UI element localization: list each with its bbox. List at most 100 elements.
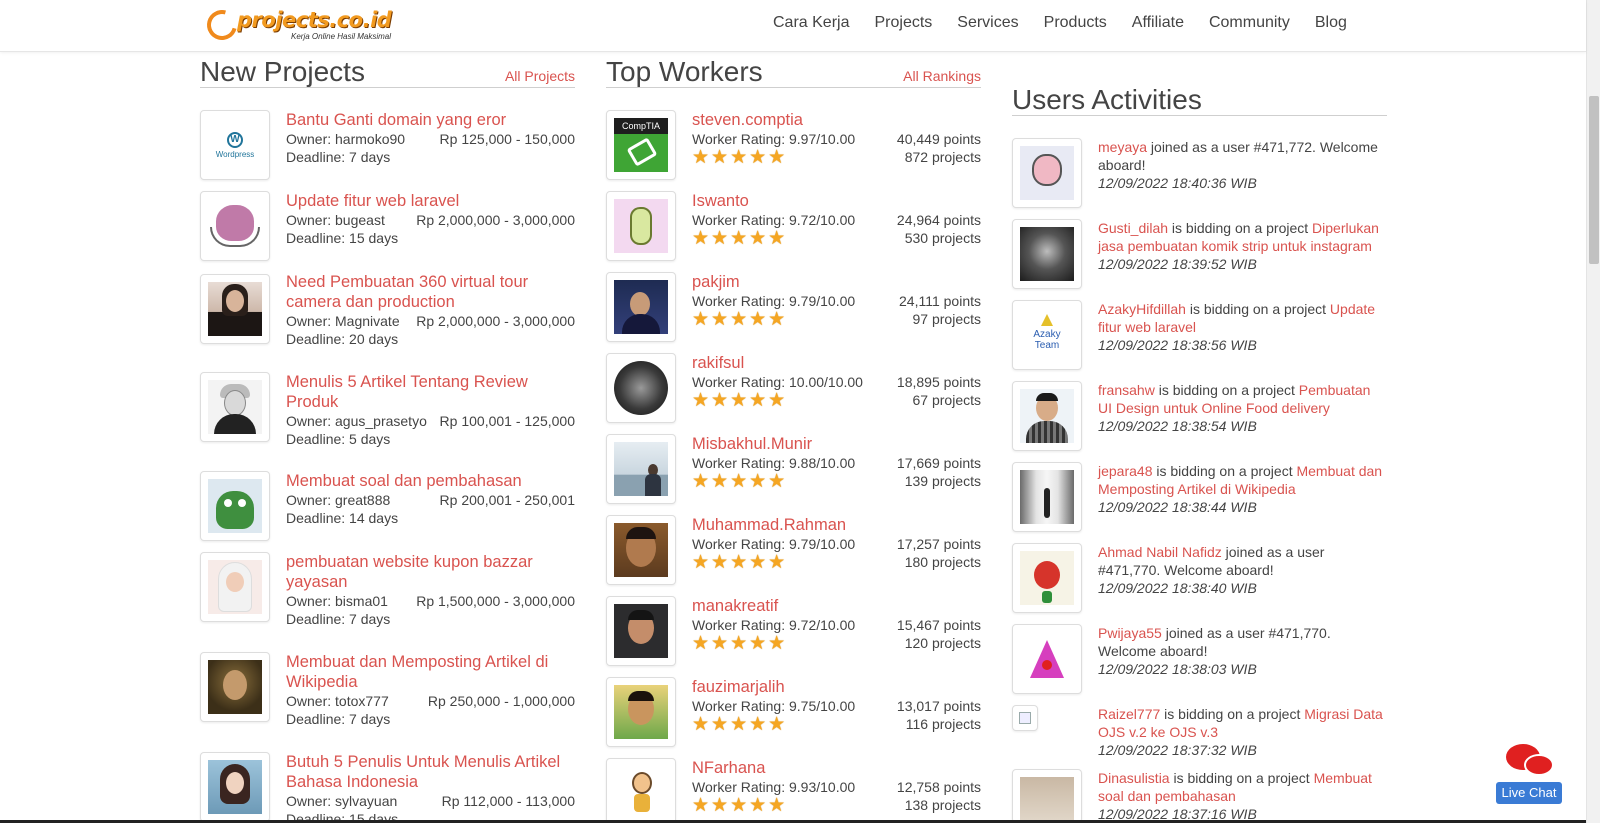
project-row[interactable]: Membuat soal dan pembahasan Owner: great…	[200, 471, 575, 543]
worker-name[interactable]: manakreatif	[692, 596, 981, 616]
project-title[interactable]: Bantu Ganti domain yang eror	[286, 110, 575, 130]
activity-item: Dinasulistia is bidding on a project Mem…	[1012, 769, 1387, 823]
worker-name[interactable]: NFarhana	[692, 758, 981, 778]
project-title[interactable]: Menulis 5 Artikel Tentang Review Produk	[286, 372, 575, 412]
worker-row[interactable]: Misbakhul.Munir Worker Rating: 9.88/10.0…	[606, 434, 981, 506]
project-title[interactable]: pembuatan website kupon bazzar yayasan	[286, 552, 575, 592]
worker-thumb[interactable]	[606, 677, 676, 747]
activity-user-link[interactable]: Dinasulistia	[1098, 770, 1170, 786]
worker-row[interactable]: Iswanto Worker Rating: 9.72/10.00 ★★★★★ …	[606, 191, 981, 263]
activity-user-link[interactable]: jepara48	[1098, 463, 1153, 479]
nav-projects[interactable]: Projects	[874, 14, 932, 32]
worker-name[interactable]: steven.comptia	[692, 110, 981, 130]
chat-bubbles-icon[interactable]	[1506, 744, 1556, 780]
worker-thumb[interactable]	[606, 353, 676, 423]
cartoon-avatar-icon	[632, 772, 652, 794]
nav-affiliate[interactable]: Affiliate	[1132, 14, 1184, 32]
project-owner: Owner: sylvayuan	[286, 793, 398, 809]
worker-points: 17,669 points	[896, 455, 981, 471]
nav-services[interactable]: Services	[957, 14, 1018, 32]
worker-row[interactable]: fauzimarjalih Worker Rating: 9.75/10.00 …	[606, 677, 981, 749]
project-row[interactable]: Need Pembuatan 360 virtual tour camera d…	[200, 272, 575, 362]
activity-thumb[interactable]	[1012, 624, 1082, 694]
worker-thumb[interactable]	[606, 272, 676, 342]
live-chat-button[interactable]: Live Chat	[1496, 782, 1562, 804]
worker-thumb[interactable]	[606, 434, 676, 504]
worker-name[interactable]: pakjim	[692, 272, 981, 292]
activity-user-link[interactable]: Pwijaya55	[1098, 625, 1162, 641]
activity-item: Ahmad Nabil Nafidz joined as a user #471…	[1012, 543, 1387, 615]
project-thumb[interactable]: W Wordpress	[200, 110, 270, 180]
new-projects-section: New Projects All Projects W Wordpress Ba…	[200, 58, 575, 823]
worker-row[interactable]: CompTIA steven.comptia Worker Rating: 9.…	[606, 110, 981, 182]
project-title[interactable]: Update fitur web laravel	[286, 191, 575, 211]
project-thumb[interactable]	[200, 552, 270, 622]
project-row[interactable]: Butuh 5 Penulis Untuk Menulis Artikel Ba…	[200, 752, 575, 823]
activity-text: is bidding on a project	[1152, 463, 1297, 479]
worker-thumb[interactable]	[606, 191, 676, 261]
nav-blog[interactable]: Blog	[1315, 14, 1347, 32]
worker-projects: 97 projects	[912, 311, 981, 327]
project-row[interactable]: Update fitur web laravel Owner: bugeast R…	[200, 191, 575, 263]
project-row[interactable]: Menulis 5 Artikel Tentang Review Produk …	[200, 372, 575, 462]
project-title[interactable]: Membuat dan Memposting Artikel di Wikipe…	[286, 652, 575, 692]
activity-thumb[interactable]	[1012, 543, 1082, 613]
project-row[interactable]: pembuatan website kupon bazzar yayasan O…	[200, 552, 575, 642]
worker-name[interactable]: Muhammad.Rahman	[692, 515, 981, 535]
activity-thumb[interactable]	[1012, 769, 1082, 823]
nav-community[interactable]: Community	[1209, 14, 1290, 32]
activity-time: 12/09/2022 18:38:56 WIB	[1098, 337, 1257, 353]
worker-row[interactable]: pakjim Worker Rating: 9.79/10.00 ★★★★★ 2…	[606, 272, 981, 344]
worker-row[interactable]: NFarhana Worker Rating: 9.93/10.00 ★★★★★…	[606, 758, 981, 823]
project-row[interactable]: W Wordpress Bantu Ganti domain yang eror…	[200, 110, 575, 182]
worker-name[interactable]: fauzimarjalih	[692, 677, 981, 697]
worker-row[interactable]: manakreatif Worker Rating: 9.72/10.00 ★★…	[606, 596, 981, 668]
project-thumb[interactable]	[200, 752, 270, 822]
tag-icon	[626, 137, 658, 167]
activity-thumb[interactable]	[1012, 138, 1082, 208]
project-thumb[interactable]	[200, 471, 270, 541]
worker-row[interactable]: Muhammad.Rahman Worker Rating: 9.79/10.0…	[606, 515, 981, 587]
worker-points: 17,257 points	[896, 536, 981, 552]
project-price: Rp 100,001 - 125,000	[439, 413, 575, 429]
scrollbar-thumb[interactable]	[1589, 96, 1599, 264]
site-logo[interactable]: projects.co.id Kerja Online Hasil Maksim…	[201, 4, 407, 46]
broken-image-icon[interactable]	[1012, 705, 1038, 731]
user-photo	[614, 442, 668, 496]
worker-thumb[interactable]: CompTIA	[606, 110, 676, 180]
all-projects-link[interactable]: All Projects	[505, 68, 575, 84]
project-thumb[interactable]	[200, 274, 270, 344]
nav-products[interactable]: Products	[1044, 14, 1107, 32]
user-photo	[1020, 389, 1074, 443]
all-rankings-link[interactable]: All Rankings	[903, 68, 981, 84]
project-thumb[interactable]	[200, 191, 270, 261]
activity-user-link[interactable]: meyaya	[1098, 139, 1147, 155]
activity-thumb[interactable]	[1012, 219, 1082, 289]
project-thumb[interactable]	[200, 372, 270, 442]
activity-user-link[interactable]: fransahw	[1098, 382, 1155, 398]
worker-name[interactable]: Iswanto	[692, 191, 981, 211]
activity-text: is bidding on a project	[1154, 382, 1299, 398]
worker-thumb[interactable]	[606, 596, 676, 666]
worker-thumb[interactable]	[606, 758, 676, 823]
nav-cara-kerja[interactable]: Cara Kerja	[773, 14, 849, 32]
activity-user-link[interactable]: Gusti_dilah	[1098, 220, 1168, 236]
project-title[interactable]: Butuh 5 Penulis Untuk Menulis Artikel Ba…	[286, 752, 575, 792]
activity-user-link[interactable]: Raizel777	[1098, 706, 1160, 722]
activity-thumb[interactable]: Azaky Team	[1012, 300, 1082, 370]
top-workers-section: Top Workers All Rankings CompTIA steven.…	[606, 58, 981, 823]
live-chat-widget[interactable]: Live Chat	[1496, 744, 1562, 804]
page-scrollbar[interactable]	[1586, 0, 1600, 823]
project-title[interactable]: Need Pembuatan 360 virtual tour camera d…	[286, 272, 575, 312]
activity-thumb[interactable]	[1012, 462, 1082, 532]
worker-name[interactable]: rakifsul	[692, 353, 981, 373]
project-row[interactable]: Membuat dan Memposting Artikel di Wikipe…	[200, 652, 575, 742]
worker-name[interactable]: Misbakhul.Munir	[692, 434, 981, 454]
activity-user-link[interactable]: AzakyHifdillah	[1098, 301, 1186, 317]
worker-thumb[interactable]	[606, 515, 676, 585]
worker-row[interactable]: rakifsul Worker Rating: 10.00/10.00 ★★★★…	[606, 353, 981, 425]
activity-user-link[interactable]: Ahmad Nabil Nafidz	[1098, 544, 1222, 560]
project-title[interactable]: Membuat soal dan pembahasan	[286, 471, 575, 491]
project-thumb[interactable]	[200, 652, 270, 722]
activity-thumb[interactable]	[1012, 381, 1082, 451]
